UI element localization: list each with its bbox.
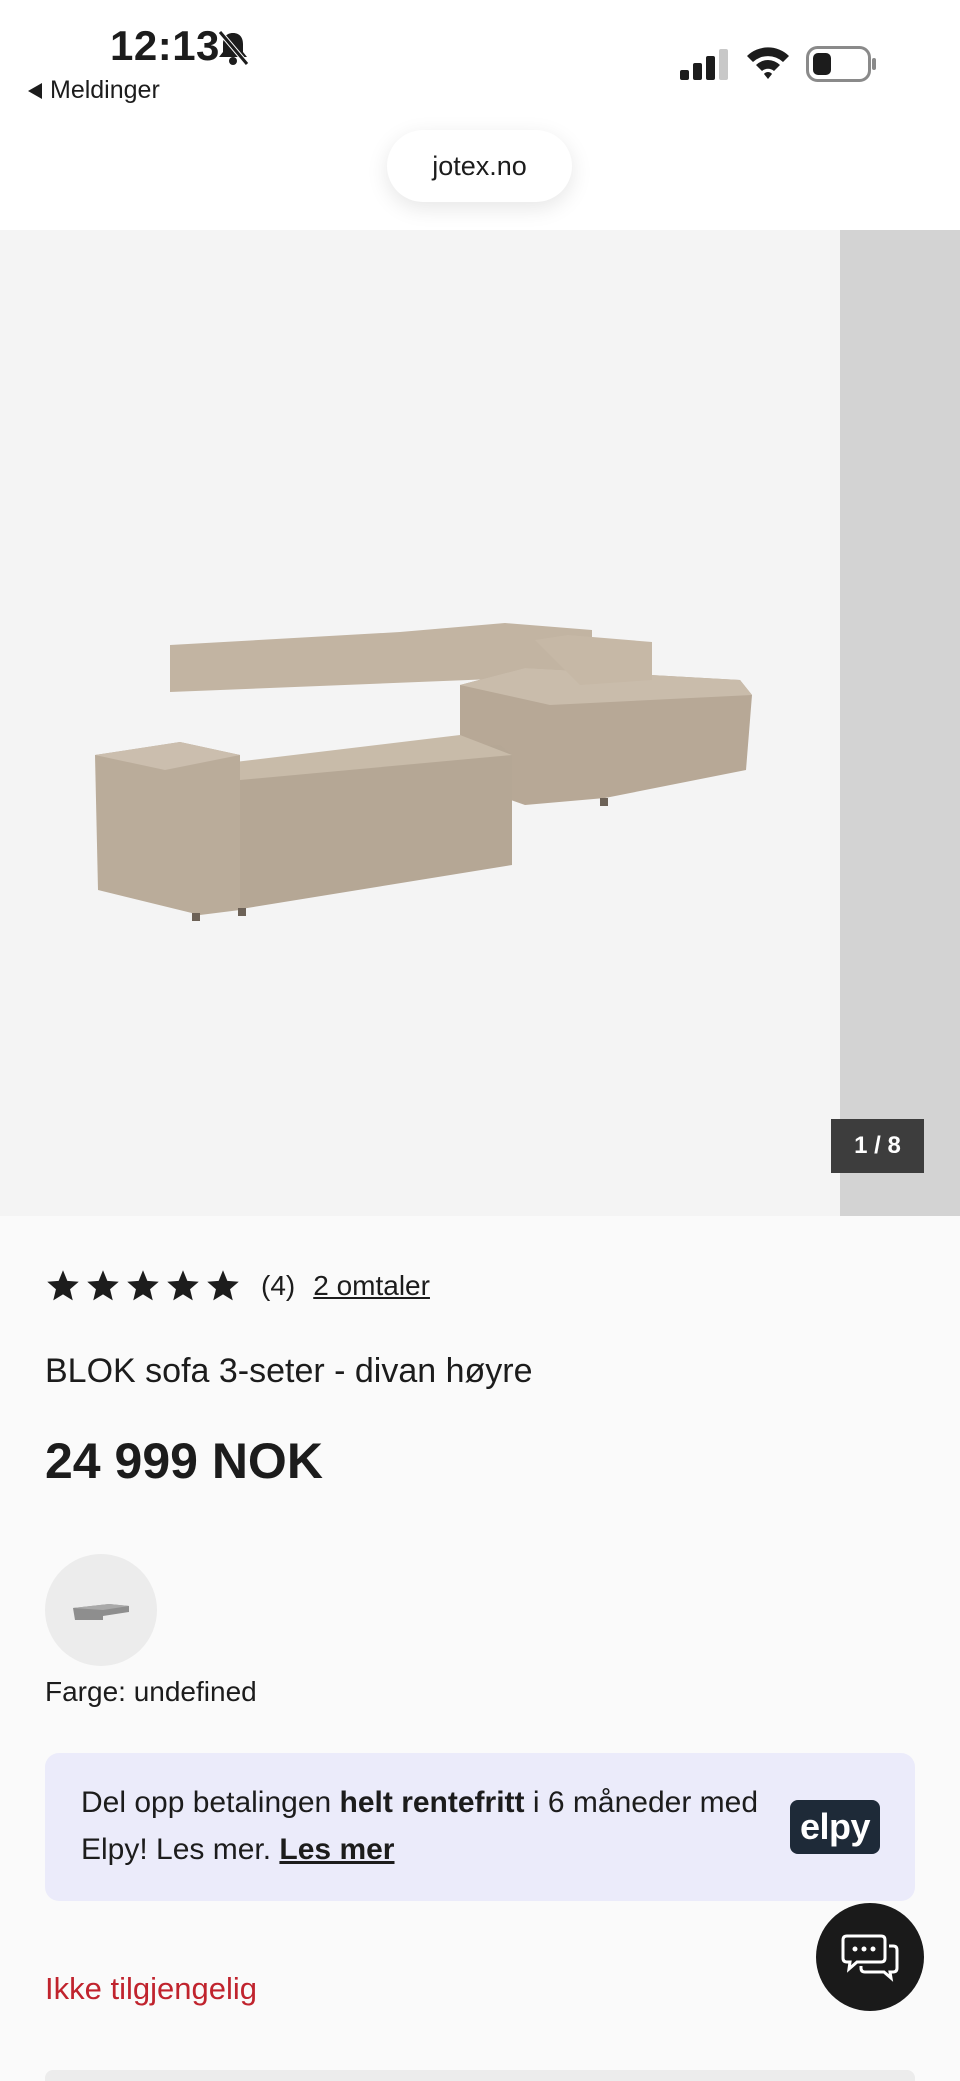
star-icon bbox=[167, 1270, 199, 1301]
image-counter: 1 / 8 bbox=[831, 1119, 924, 1173]
availability-status: Ikke tilgjengelig bbox=[45, 1971, 257, 2006]
chat-button[interactable] bbox=[816, 1903, 924, 2011]
sofa-thumbnail-icon bbox=[73, 1604, 129, 1620]
rating-stars bbox=[45, 1268, 241, 1304]
browser-url-area: jotex.no bbox=[0, 120, 960, 230]
elpy-logo: elpy bbox=[790, 1800, 880, 1854]
star-icon bbox=[127, 1270, 159, 1301]
star-icon bbox=[207, 1270, 239, 1301]
elpy-text-bold: helt rentefritt bbox=[339, 1786, 525, 1819]
star-icon bbox=[47, 1270, 79, 1301]
sofa-product-image bbox=[95, 623, 752, 921]
battery-icon bbox=[806, 46, 876, 82]
bell-slash-icon bbox=[218, 30, 249, 66]
bottom-section-edge bbox=[45, 2070, 915, 2081]
star-icon bbox=[87, 1270, 119, 1301]
next-image-preview[interactable] bbox=[840, 230, 960, 1216]
rating-count: (4) bbox=[261, 1270, 296, 1301]
back-to-messages-link[interactable]: Meldinger bbox=[28, 76, 160, 105]
elpy-read-more-link[interactable]: Les mer bbox=[279, 1833, 394, 1866]
url-bar[interactable]: jotex.no bbox=[387, 130, 572, 202]
elpy-text-before: Del opp betalingen bbox=[81, 1786, 340, 1819]
color-label: Farge: undefined bbox=[45, 1676, 257, 1707]
wifi-icon bbox=[747, 47, 789, 79]
product-price: 24 999 NOK bbox=[45, 1433, 323, 1489]
back-label: Meldinger bbox=[50, 76, 160, 104]
chat-icon bbox=[841, 1934, 899, 1982]
signal-icon bbox=[680, 49, 728, 80]
product-image-gallery[interactable]: 1 / 8 bbox=[0, 230, 960, 1216]
back-arrow-icon bbox=[28, 82, 42, 99]
status-time: 12:13 bbox=[110, 22, 220, 69]
product-title: BLOK sofa 3-seter - divan høyre bbox=[45, 1352, 533, 1390]
elpy-text: Del opp betalingen helt rentefritt i 6 m… bbox=[81, 1779, 761, 1873]
color-swatch[interactable] bbox=[45, 1554, 157, 1666]
status-bar: 12:13 Meldinger bbox=[0, 0, 960, 120]
product-rating: (4) 2 omtaler bbox=[45, 1268, 430, 1304]
elpy-payment-banner[interactable]: Del opp betalingen helt rentefritt i 6 m… bbox=[45, 1753, 915, 1901]
reviews-link[interactable]: 2 omtaler bbox=[313, 1270, 430, 1302]
